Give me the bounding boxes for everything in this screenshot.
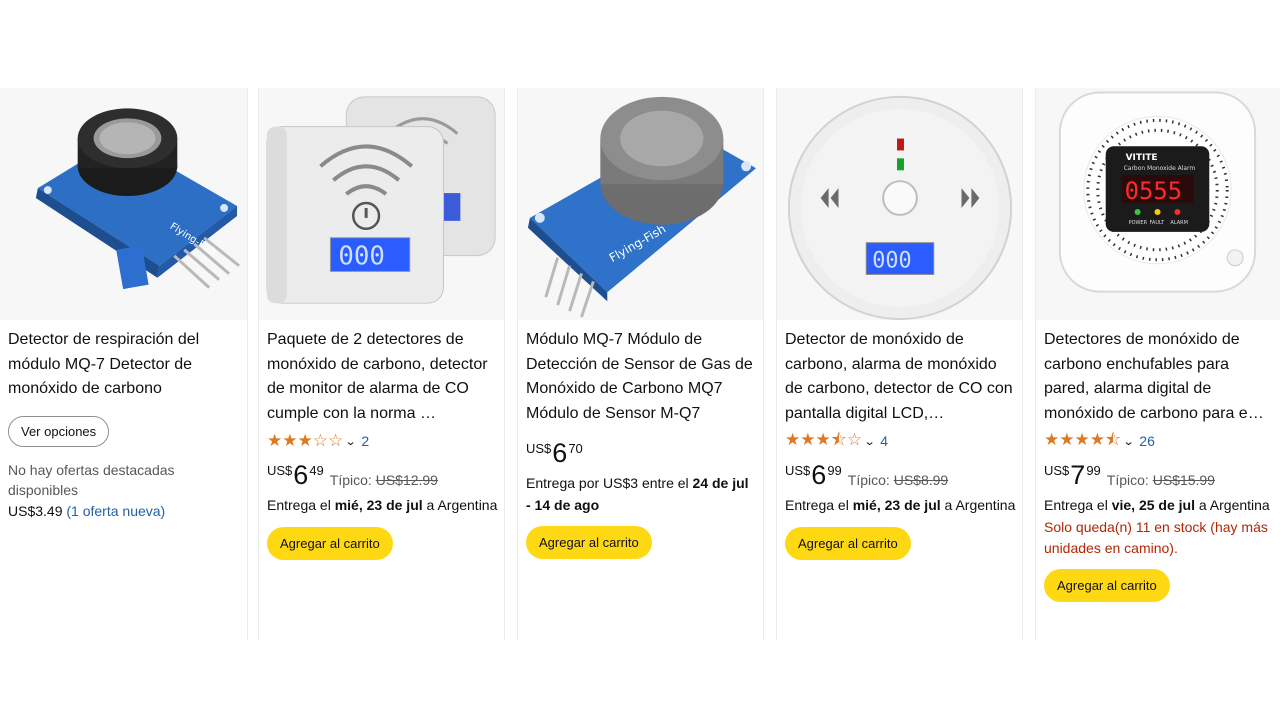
star-rating: ★★★⯪☆ xyxy=(785,429,863,449)
offer-price: US$3.49 xyxy=(8,502,63,519)
product-grid: Flying-Fish Detector de respiración del … xyxy=(0,88,1280,640)
brand-logo-text: VITITE xyxy=(1126,153,1158,163)
add-to-cart-button[interactable]: Agregar al carrito xyxy=(267,526,393,560)
price-whole: 7 xyxy=(1070,460,1086,491)
product-image[interactable]: Flying-Fish xyxy=(518,88,763,320)
price-currency: US$ xyxy=(1044,463,1070,479)
product-card: 000 Detector de monóxido de carbono, ala… xyxy=(776,88,1023,640)
product-title[interactable]: Detector de monóxido de carbono, alarma … xyxy=(785,328,1016,426)
product-card: Flying-Fish Detector de respiración del … xyxy=(0,88,248,640)
price-fraction: 49 xyxy=(309,463,324,479)
product-image[interactable]: Flying-Fish xyxy=(0,88,247,320)
svg-text:000: 000 xyxy=(338,242,385,272)
offers-link[interactable]: (1 oferta nueva) xyxy=(66,503,165,519)
price-whole: 6 xyxy=(293,460,309,491)
price-currency: US$ xyxy=(526,441,552,457)
product-card: Flying-Fish Módulo MQ-7 Módulo de Detecc… xyxy=(517,88,764,640)
product-image[interactable]: VITITE Carbon Monoxide Alarm 0555 POWER … xyxy=(1036,88,1280,320)
rating-count[interactable]: 26 xyxy=(1139,433,1155,449)
price-currency: US$ xyxy=(785,463,811,479)
offer-line: US$3.49 (1 oferta nueva) xyxy=(8,501,241,522)
image-indicator-label: ALARM xyxy=(1170,220,1187,226)
add-to-cart-button[interactable]: Agregar al carrito xyxy=(785,526,911,560)
product-title[interactable]: Detectores de monóxido de carbono enchuf… xyxy=(1044,328,1274,426)
product-title[interactable]: Detector de respiración del módulo MQ-7 … xyxy=(8,328,241,402)
product-image[interactable]: 000 xyxy=(259,88,504,320)
rating-row[interactable]: ★★★⯪☆ ⌄ 4 xyxy=(785,430,1016,452)
view-options-button[interactable]: Ver opciones xyxy=(8,415,110,447)
product-title[interactable]: Módulo MQ-7 Módulo de Detección de Senso… xyxy=(526,328,757,426)
price: US$ 7 99 Típico: US$15.99 xyxy=(1044,462,1274,492)
typical-price: Típico: US$12.99 xyxy=(329,472,438,489)
product-title[interactable]: Paquete de 2 detectores de monóxido de c… xyxy=(267,328,498,426)
svg-text:000: 000 xyxy=(872,248,911,273)
price-whole: 6 xyxy=(811,460,827,491)
product-image[interactable]: 000 xyxy=(777,88,1022,320)
mq7-sensor-module-image: Flying-Fish xyxy=(0,88,247,320)
add-to-cart-button[interactable]: Agregar al carrito xyxy=(526,526,652,560)
price-currency: US$ xyxy=(267,463,293,479)
mq7-gas-sensor-board-image: Flying-Fish xyxy=(518,88,763,320)
price: US$ 6 99 Típico: US$8.99 xyxy=(785,462,1016,492)
price-fraction: 99 xyxy=(827,463,842,479)
image-indicator-label: POWER xyxy=(1129,220,1148,226)
image-indicator-label: FAULT xyxy=(1150,220,1166,226)
delivery-info: Entrega el mié, 23 de jul a Argentina xyxy=(267,497,498,514)
price-fraction: 99 xyxy=(1086,463,1101,479)
image-display-text: Carbon Monoxide Alarm xyxy=(1124,165,1196,172)
rating-row[interactable]: ★★★☆☆ ⌄ 2 xyxy=(267,430,498,452)
price: US$ 6 70 xyxy=(526,440,757,470)
delivery-info: Entrega el vie, 25 de jul a Argentina xyxy=(1044,497,1270,514)
stock-warning: Solo queda(n) 11 en stock (hay más unida… xyxy=(1044,518,1268,556)
product-card: VITITE Carbon Monoxide Alarm 0555 POWER … xyxy=(1035,88,1280,640)
image-readout: 0555 xyxy=(1125,177,1183,205)
vitite-co-alarm-image: VITITE Carbon Monoxide Alarm 0555 POWER … xyxy=(1036,88,1280,320)
add-to-cart-button[interactable]: Agregar al carrito xyxy=(1044,568,1170,602)
no-offers-text: No hay ofertas destacadas disponibles xyxy=(8,461,175,499)
price-whole: 6 xyxy=(552,438,568,469)
rating-count[interactable]: 4 xyxy=(880,433,888,449)
typical-price: Típico: US$8.99 xyxy=(847,472,949,489)
product-card: 000 Paquete de 2 detectores de monóxido … xyxy=(258,88,505,640)
chevron-down-icon[interactable]: ⌄ xyxy=(864,435,876,448)
star-rating: ★★★☆☆ xyxy=(267,431,344,451)
plug-in-co-detector-pair-image: 000 xyxy=(259,88,504,320)
price: US$ 6 49 Típico: US$12.99 xyxy=(267,462,498,492)
rating-row[interactable]: ★★★★⯪ ⌄ 26 xyxy=(1044,430,1274,452)
price-fraction: 70 xyxy=(568,441,583,457)
rating-count[interactable]: 2 xyxy=(361,433,369,449)
chevron-down-icon[interactable]: ⌄ xyxy=(1123,435,1135,448)
round-co-alarm-image: 000 xyxy=(777,88,1022,320)
typical-price: Típico: US$15.99 xyxy=(1106,472,1215,489)
delivery-info: Entrega el mié, 23 de jul a Argentina xyxy=(785,497,1016,514)
delivery-info: Entrega por US$3 entre el 24 de jul - 14… xyxy=(526,475,749,513)
star-rating: ★★★★⯪ xyxy=(1044,429,1122,449)
chevron-down-icon[interactable]: ⌄ xyxy=(345,435,357,448)
